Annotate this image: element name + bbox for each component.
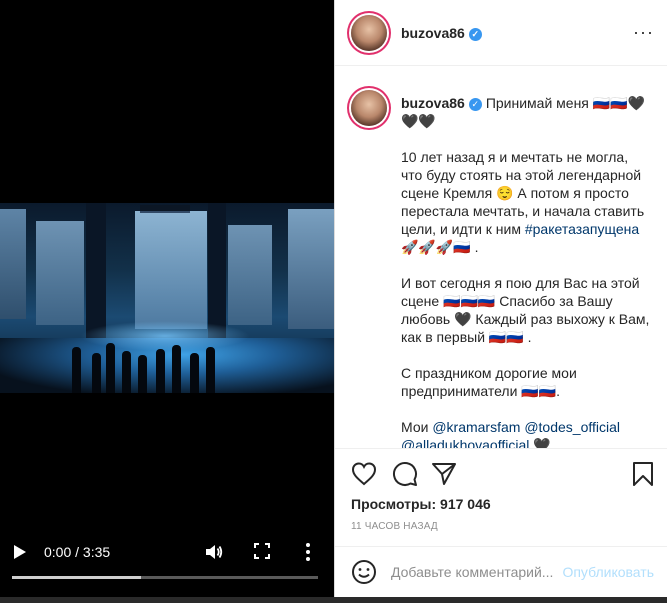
performer-silhouette (138, 355, 147, 393)
stage-screen (288, 209, 334, 329)
page-background-strip (0, 597, 667, 603)
performer-silhouette (190, 353, 199, 393)
stage-truss (140, 205, 190, 213)
caption-paragraph: И вот сегодня я пою для Вас на этой сцен… (401, 275, 650, 345)
performer-silhouette (72, 347, 81, 393)
play-icon[interactable] (13, 544, 27, 560)
performer-silhouette (156, 349, 165, 393)
video-player[interactable]: 0:00 / 3:35 (0, 0, 334, 597)
caption-paragraph: С праздником дорогие мои предприниматели… (401, 365, 577, 399)
comment-icon[interactable] (392, 461, 418, 487)
verified-badge-icon: ✓ (468, 27, 482, 41)
fullscreen-icon[interactable] (254, 543, 270, 559)
video-controls: 0:00 / 3:35 (0, 536, 334, 597)
stage-column (208, 203, 226, 338)
post-header: buzova86 ✓ ··· (335, 0, 667, 66)
stage-screen (228, 225, 272, 325)
stage-screen (36, 221, 84, 325)
caption-first-line: buzova86 ✓ Принимай меня 🇷🇺🇷🇺🖤🖤🖤 (401, 94, 653, 130)
post-caption: buzova86 ✓ Принимай меня 🇷🇺🇷🇺🖤🖤🖤 10 лет на… (401, 94, 653, 448)
heart-icon[interactable] (351, 461, 377, 487)
mention-link[interactable]: @todes_official (524, 419, 620, 435)
comment-input[interactable] (391, 561, 557, 583)
view-count[interactable]: Просмотры: 917 046 (351, 496, 491, 512)
publish-button[interactable]: Опубликовать (562, 564, 654, 580)
more-options-icon[interactable]: ··· (633, 22, 654, 43)
volume-icon[interactable] (205, 543, 223, 561)
bookmark-icon[interactable] (630, 461, 656, 487)
video-progress-fill (12, 576, 141, 579)
more-vertical-icon[interactable] (305, 542, 311, 562)
performer-silhouette (172, 345, 181, 393)
post-side-panel: buzova86 ✓ ··· buzova86 ✓ Принимай меня 🇷🇺🇷… (334, 0, 667, 597)
video-progress-bar[interactable] (12, 576, 318, 579)
verified-badge-icon: ✓ (468, 97, 482, 111)
caption-text: 🖤 (529, 437, 551, 448)
caption-section: buzova86 ✓ Принимай меня 🇷🇺🇷🇺🖤🖤🖤 10 лет на… (335, 66, 667, 448)
caption-paragraph: 10 лет назад я и мечтать не могла, что б… (401, 148, 653, 256)
caption-username[interactable]: buzova86 (401, 95, 465, 111)
performer-silhouette (92, 353, 101, 393)
stage-screen (0, 209, 26, 319)
avatar[interactable] (351, 90, 387, 126)
performer-silhouette (106, 343, 115, 393)
performer-silhouette (122, 351, 131, 393)
video-frame (0, 203, 334, 393)
instagram-post-frame: 0:00 / 3:35 buzova86 ✓ ··· buzova86 ✓ Пр… (0, 0, 667, 603)
comment-bar: Опубликовать (335, 546, 667, 597)
post-actions: Просмотры: 917 046 11 ЧАСОВ НАЗАД (335, 448, 667, 546)
caption-text: Мои (401, 419, 433, 435)
post-timestamp[interactable]: 11 ЧАСОВ НАЗАД (351, 521, 438, 532)
stage-column (86, 203, 106, 338)
emoji-icon[interactable] (351, 559, 377, 585)
avatar[interactable] (351, 15, 387, 51)
stage-screen (135, 211, 207, 329)
username-text[interactable]: buzova86 (401, 25, 465, 41)
caption-paragraph: Мои @kramarsfam @todes_official @alladuk… (401, 418, 653, 448)
hashtag-link[interactable]: #ракетазапущена (525, 221, 639, 237)
header-username[interactable]: buzova86 ✓ (401, 25, 482, 41)
mention-link[interactable]: @alladukhovaofficial (401, 437, 529, 448)
performer-silhouette (206, 347, 215, 393)
share-icon[interactable] (431, 461, 457, 487)
caption-text: 🚀🚀🚀🇷🇺 . (401, 239, 479, 255)
video-time: 0:00 / 3:35 (44, 544, 111, 560)
mention-link[interactable]: @kramarsfam (432, 419, 520, 435)
